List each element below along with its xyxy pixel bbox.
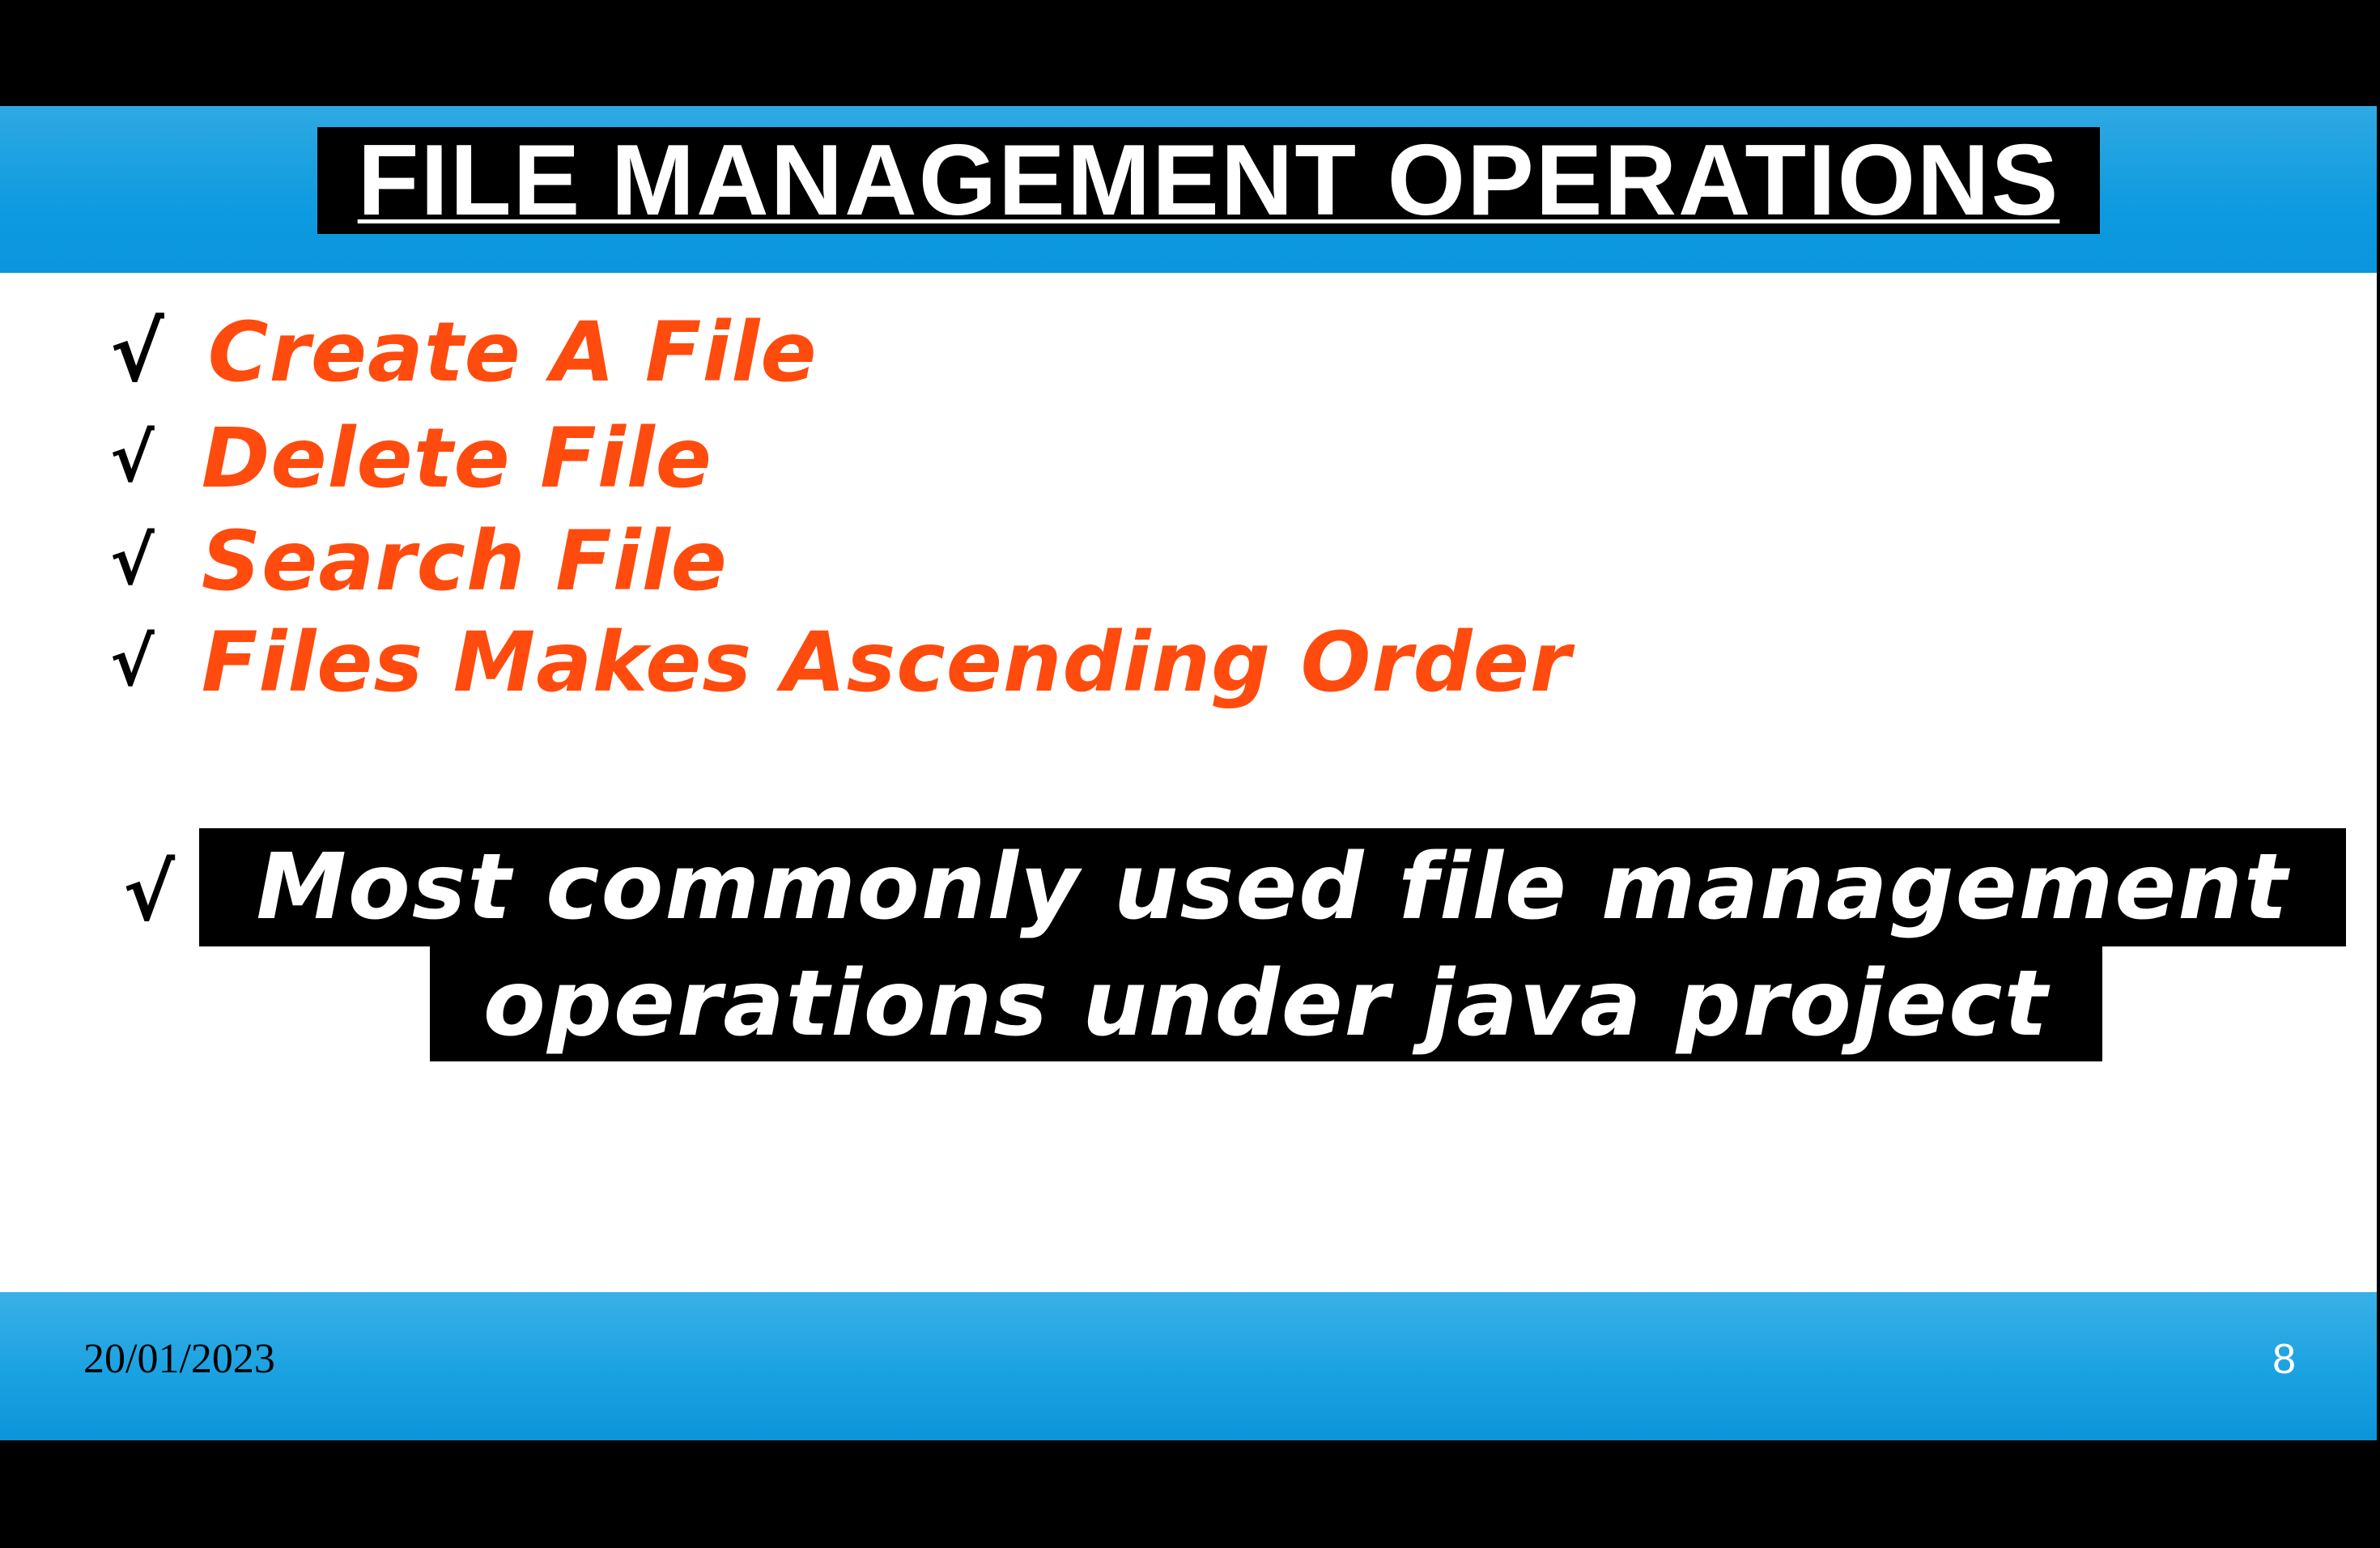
checkmark-icon: √ (110, 305, 164, 400)
slide-number: 8 (2272, 1336, 2296, 1383)
list-item-label: Files Makes Ascending Order (201, 615, 1572, 711)
slide-edge (2377, 106, 2380, 1440)
list-item: √ Files Makes Ascending Order (110, 622, 1571, 704)
checkmark-icon: √ (123, 848, 176, 938)
note-box-line-2: operations under java project (430, 946, 2102, 1061)
slide-title: FILE MANAGEMENT OPERATIONS (357, 125, 2060, 236)
note-text-line-2: operations under java project (482, 951, 2050, 1057)
slide: FILE MANAGEMENT OPERATIONS √ Create A Fi… (0, 106, 2380, 1440)
presentation-viewer: FILE MANAGEMENT OPERATIONS √ Create A Fi… (0, 0, 2380, 1548)
list-item: √ Search File (110, 521, 728, 603)
note-box-line-1: Most commonly used file management (199, 828, 2346, 946)
list-item: √ Create A File (110, 312, 818, 394)
footer-band (0, 1292, 2380, 1440)
header-band: FILE MANAGEMENT OPERATIONS (0, 106, 2380, 273)
checkmark-icon: √ (110, 624, 155, 701)
checkmark-icon: √ (110, 420, 155, 497)
footer-date: 20/01/2023 (83, 1336, 275, 1382)
list-item-label: Create A File (207, 304, 818, 401)
list-item-label: Delete File (201, 410, 712, 507)
list-item: √ Delete File (110, 418, 712, 500)
list-item-label: Search File (201, 513, 728, 610)
checkmark-icon: √ (110, 523, 155, 600)
title-box: FILE MANAGEMENT OPERATIONS (317, 127, 2100, 234)
note-text-line-1: Most commonly used file management (256, 835, 2289, 940)
